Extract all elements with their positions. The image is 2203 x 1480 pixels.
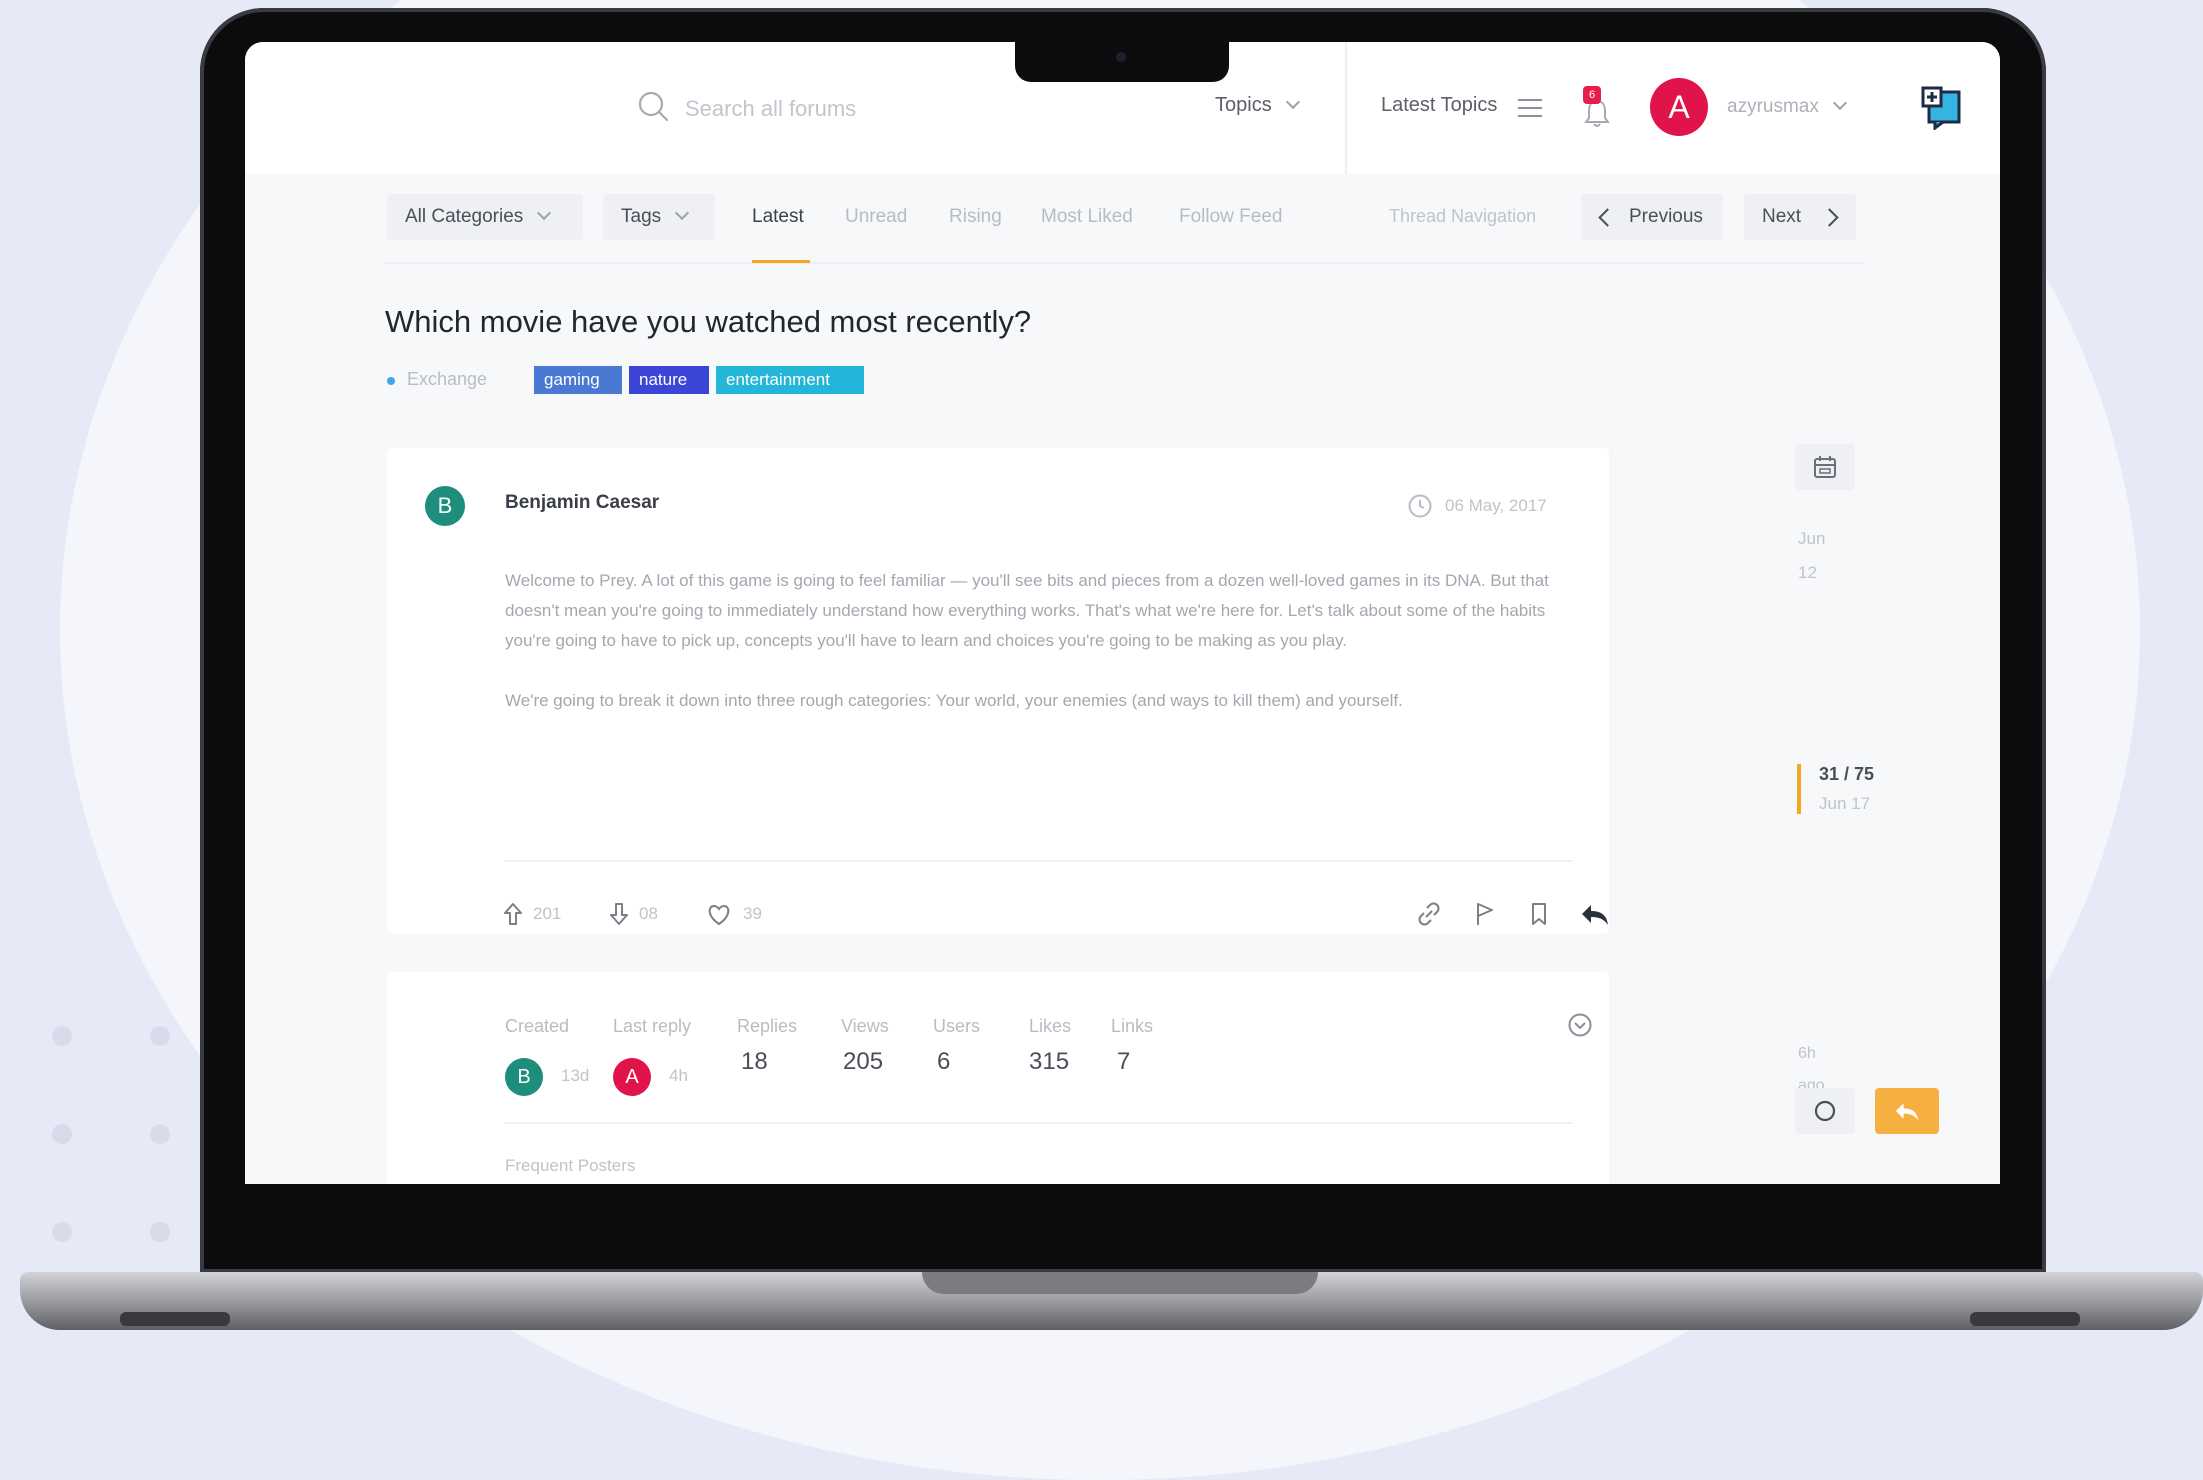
- timeline-start-month: Jun: [1798, 529, 1826, 548]
- tags-dropdown[interactable]: Tags: [603, 194, 715, 240]
- last-reply-time: 4h: [669, 1066, 688, 1085]
- users-label: Users: [933, 1016, 981, 1036]
- views-label: Views: [841, 1016, 889, 1036]
- post-date: 06 May, 2017: [1445, 496, 1547, 515]
- stats-divider: [505, 1122, 1573, 1124]
- user-avatar[interactable]: A: [1650, 78, 1708, 136]
- header-divider: [1345, 42, 1347, 174]
- chevron-right-icon: [1820, 208, 1839, 227]
- laptop-hinge: [922, 1272, 1318, 1294]
- search-icon[interactable]: [637, 90, 669, 122]
- tab-unread[interactable]: Unread: [845, 206, 907, 228]
- views-count: 205: [843, 1048, 884, 1075]
- last-reply-label: Last reply: [613, 1016, 692, 1036]
- created-time: 13d: [561, 1066, 590, 1085]
- timeline-latest-button[interactable]: [1795, 1088, 1855, 1134]
- laptop-foot-right: [1970, 1312, 2080, 1326]
- tag-gaming[interactable]: gaming: [534, 366, 622, 394]
- tag-entertainment[interactable]: entertainment: [716, 366, 864, 394]
- thread-navigation-label: Thread Navigation: [1389, 206, 1537, 226]
- timeline-calendar-button[interactable]: [1795, 444, 1855, 490]
- circle-icon: [1814, 1100, 1836, 1122]
- timeline-position-date: Jun 17: [1819, 794, 1871, 813]
- post-paragraph: We're going to break it down into three …: [505, 691, 1403, 710]
- notifications-button[interactable]: 6: [1577, 86, 1617, 130]
- previous-button[interactable]: Previous: [1581, 194, 1723, 240]
- calendar-icon: [1814, 456, 1836, 478]
- last-reply-avatar[interactable]: A: [613, 1058, 651, 1096]
- heart-icon[interactable]: [705, 900, 733, 928]
- thread-stats-card: Created B 13d Last reply A 4h Replies 18…: [387, 972, 1609, 1184]
- categories-dropdown-label: All Categories: [405, 206, 524, 227]
- post-paragraph: Welcome to Prey. A lot of this game is g…: [505, 571, 1549, 650]
- chevron-left-icon: [1598, 208, 1617, 227]
- links-label: Links: [1111, 1016, 1154, 1036]
- chevron-down-icon: [1832, 95, 1847, 111]
- nav-divider: [385, 262, 1865, 264]
- flag-icon[interactable]: [1471, 900, 1499, 928]
- post-divider: [505, 860, 1573, 862]
- post-body: Welcome to Prey. A lot of this game is g…: [505, 566, 1565, 746]
- users-count: 6: [937, 1048, 951, 1075]
- tab-most-liked[interactable]: Most Liked: [1041, 206, 1133, 228]
- reply-icon[interactable]: [1579, 900, 1611, 928]
- downvote-count: 08: [639, 904, 658, 923]
- tab-rising[interactable]: Rising: [949, 206, 1002, 228]
- replies-count: 18: [741, 1048, 768, 1075]
- creator-avatar[interactable]: B: [505, 1058, 543, 1096]
- category-dot: [387, 377, 395, 385]
- topics-dropdown[interactable]: Topics: [1215, 94, 1300, 117]
- tags-dropdown-label: Tags: [621, 206, 662, 227]
- chevron-down-icon: [537, 205, 552, 221]
- reply-button[interactable]: [1875, 1088, 1939, 1134]
- topics-dropdown-label: Topics: [1215, 94, 1272, 116]
- latest-topics-link[interactable]: Latest Topics: [1381, 94, 1497, 117]
- active-tab-indicator: [752, 260, 810, 263]
- downvote-icon[interactable]: [605, 900, 633, 928]
- camera-notch: [1015, 42, 1229, 82]
- frequent-posters-label: Frequent Posters: [505, 1156, 636, 1175]
- category-link[interactable]: Exchange: [407, 369, 487, 390]
- post-card: B Benjamin Caesar 06 May, 2017 Welcome t…: [387, 448, 1609, 934]
- next-button[interactable]: Next: [1744, 194, 1856, 240]
- likes-count: 315: [1029, 1048, 1070, 1075]
- collapse-icon[interactable]: [1567, 1012, 1593, 1038]
- laptop-screen: Topics Latest Topics 6 A azyrusmax: [245, 42, 2000, 1184]
- laptop-foot-left: [120, 1312, 230, 1326]
- likes-label: Likes: [1029, 1016, 1072, 1036]
- username-label: azyrusmax: [1727, 96, 1819, 117]
- chevron-down-icon: [1285, 94, 1300, 110]
- tab-follow-feed[interactable]: Follow Feed: [1179, 206, 1283, 228]
- timeline-position: 31 / 75: [1819, 764, 1875, 784]
- author-avatar[interactable]: B: [425, 486, 465, 526]
- thread-title: Which movie have you watched most recent…: [385, 304, 1032, 339]
- timeline-start-day: 12: [1798, 563, 1817, 582]
- chevron-down-icon: [675, 205, 690, 221]
- timeline-end-line1: 6h: [1798, 1045, 1816, 1062]
- post-author[interactable]: Benjamin Caesar: [505, 492, 659, 514]
- notification-badge: 6: [1583, 86, 1601, 104]
- clock-icon: [1408, 494, 1432, 518]
- new-topic-icon[interactable]: [1921, 86, 1965, 130]
- like-count: 39: [743, 904, 762, 923]
- timeline-scroll-handle[interactable]: [1797, 764, 1801, 814]
- links-count: 7: [1117, 1048, 1131, 1075]
- reply-icon: [1895, 1103, 1919, 1121]
- created-label: Created: [505, 1016, 570, 1036]
- replies-label: Replies: [737, 1016, 798, 1036]
- link-icon[interactable]: [1415, 900, 1443, 928]
- menu-icon[interactable]: [1517, 98, 1543, 118]
- tag-nature[interactable]: nature: [629, 366, 709, 394]
- timeline-start-date: Jun 12: [1798, 522, 1825, 590]
- search-input[interactable]: [683, 90, 987, 128]
- user-menu[interactable]: azyrusmax: [1727, 95, 1847, 118]
- bookmark-icon[interactable]: [1525, 900, 1553, 928]
- next-label: Next: [1762, 206, 1802, 227]
- upvote-count: 201: [533, 904, 562, 923]
- upvote-icon[interactable]: [499, 900, 527, 928]
- previous-label: Previous: [1629, 206, 1703, 227]
- categories-dropdown[interactable]: All Categories: [387, 194, 583, 240]
- tab-latest[interactable]: Latest: [752, 206, 804, 228]
